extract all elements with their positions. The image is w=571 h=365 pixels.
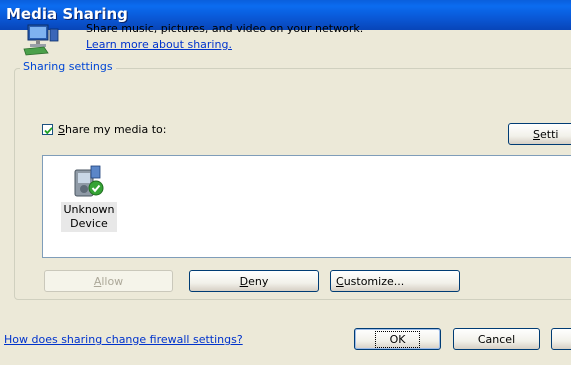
share-media-checkbox[interactable]: [42, 124, 53, 135]
customize-label-rest: ustomize...: [343, 274, 405, 288]
ok-label: OK: [374, 330, 421, 348]
media-sharing-icon: [22, 23, 66, 57]
customize-button[interactable]: Customize...: [330, 270, 460, 292]
deny-button[interactable]: Deny: [189, 270, 319, 292]
allow-accesskey: A: [93, 274, 102, 288]
apply-button[interactable]: [551, 328, 571, 350]
sharing-settings-label: Sharing settings: [20, 60, 116, 73]
customize-accesskey: C: [336, 274, 344, 288]
ok-button[interactable]: OK: [354, 328, 441, 350]
device-name: Unknown Device: [61, 202, 117, 232]
cancel-button[interactable]: Cancel: [453, 328, 540, 350]
firewall-settings-link[interactable]: How does sharing change firewall setting…: [4, 333, 243, 346]
header-text: Share music, pictures, and video on your…: [86, 21, 363, 53]
share-media-label: Share my media to:: [58, 123, 166, 136]
settings-button[interactable]: Setti: [508, 123, 571, 145]
deny-label-rest: eny: [248, 274, 269, 288]
settings-label-rest: etti: [539, 127, 559, 141]
device-item[interactable]: Unknown Device: [58, 164, 120, 232]
checkmark-icon: [44, 127, 53, 135]
share-media-accesskey: S: [58, 123, 65, 136]
settings-accesskey: S: [533, 127, 540, 141]
allow-label-rest: llow: [101, 274, 124, 288]
learn-more-link[interactable]: Learn more about sharing.: [86, 38, 232, 51]
cancel-label: Cancel: [477, 332, 516, 346]
allow-button[interactable]: Allow: [44, 270, 173, 292]
deny-accesskey: D: [239, 274, 249, 288]
share-media-checkbox-row[interactable]: Share my media to:: [42, 123, 166, 136]
share-media-label-rest: hare my media to:: [64, 123, 167, 136]
media-device-with-check-icon: [74, 165, 104, 197]
device-list[interactable]: Unknown Device: [42, 155, 571, 258]
header-description: Share music, pictures, and video on your…: [86, 22, 364, 35]
